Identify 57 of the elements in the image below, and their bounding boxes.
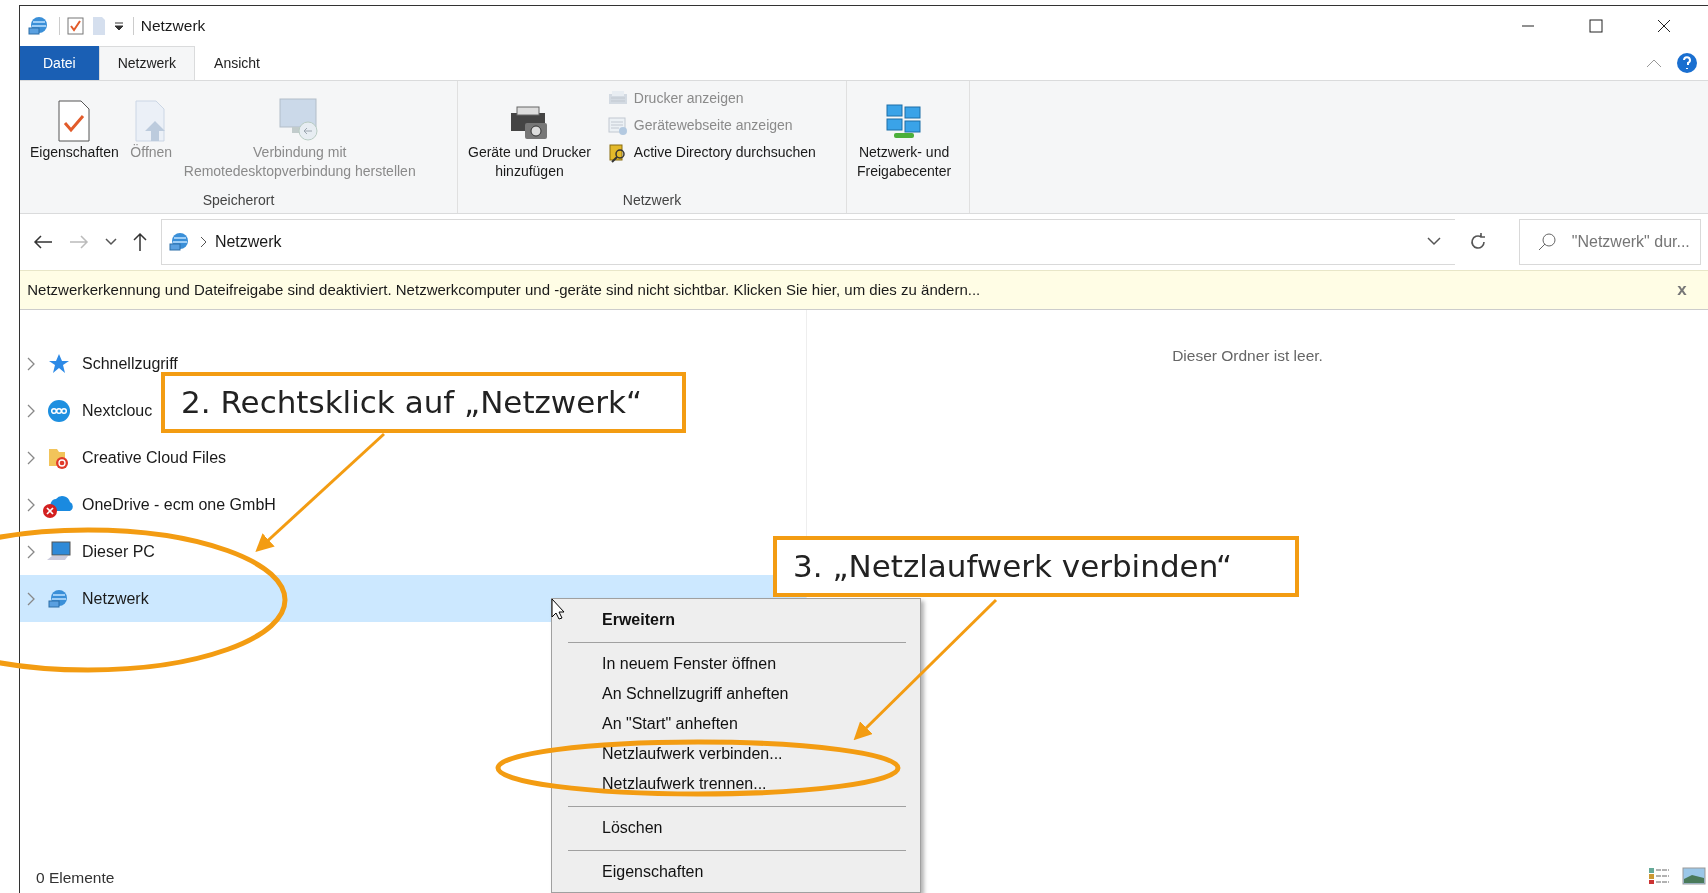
ribbon-group-label: Speicherort	[201, 191, 276, 210]
menu-item[interactable]: Löschen	[552, 813, 920, 843]
close-button[interactable]: x	[1671, 277, 1693, 303]
ribbon-command[interactable]: Active Directory durchsuchen	[605, 139, 818, 166]
chevron-right-icon[interactable]	[26, 356, 36, 371]
dropdown-icon[interactable]	[113, 20, 126, 32]
tree-item[interactable]: Nextclouc	[20, 392, 157, 429]
star-icon	[48, 352, 70, 375]
cursor-icon	[551, 598, 565, 621]
forward-arrow-icon	[68, 234, 89, 250]
details-view-icon[interactable]	[1648, 867, 1670, 885]
book-search-icon	[607, 142, 628, 163]
chevron-right-icon[interactable]	[26, 544, 36, 559]
ribbon-command[interactable]: Netzwerk- und Freigabecenter	[853, 85, 956, 183]
tree-item[interactable]: Creative Cloud Files	[20, 439, 231, 476]
ribbon-command[interactable]: Eigenschaften	[26, 85, 123, 164]
ribbon-tab[interactable]: Netzwerk	[98, 46, 196, 80]
annotation-tooltip: 3. „Netzlaufwerk verbinden“	[773, 536, 1299, 597]
search-field[interactable]: "Netzwerk" dur...	[1518, 219, 1701, 265]
help-icon[interactable]	[1676, 52, 1698, 74]
breadcrumb[interactable]: Netzwerk	[214, 230, 282, 254]
menu-item[interactable]: An "Start" anheften	[552, 709, 920, 739]
menu-item[interactable]: In neuem Fenster öffnen	[552, 649, 920, 679]
window-title: Netzwerk	[139, 16, 206, 37]
back-arrow-icon	[33, 234, 54, 250]
cloud-circle-icon	[47, 398, 71, 423]
chevron-down-icon[interactable]	[1426, 237, 1441, 248]
menu-item[interactable]: Netzlaufwerk trennen...	[552, 769, 920, 799]
chevron-down-icon	[104, 238, 117, 246]
address-bar[interactable]: Netzwerk	[161, 219, 1456, 265]
chevron-right-icon[interactable]	[26, 591, 36, 606]
thumbnail-view-icon[interactable]	[1682, 867, 1706, 885]
ribbon-tab[interactable]: Ansicht	[195, 46, 279, 80]
maximize-icon	[1589, 19, 1603, 33]
checkbox-icon[interactable]	[66, 16, 85, 36]
ribbon-command[interactable]: Geräte und Drucker hinzufügen	[464, 85, 595, 183]
tree-item[interactable]: Netzwerk	[20, 580, 153, 617]
up-arrow-icon	[132, 232, 149, 252]
chevron-right-icon[interactable]	[26, 450, 36, 465]
search-icon	[1536, 232, 1557, 252]
menu-item[interactable]: Eigenschaften	[552, 857, 920, 887]
item-count: 0 Elemente	[36, 869, 115, 886]
chevron-right-icon[interactable]	[26, 497, 36, 512]
properties-icon	[56, 99, 93, 143]
tree-item[interactable]: OneDrive - ecm one GmbH	[20, 486, 280, 523]
tree-item[interactable]: Dieser PC	[20, 533, 159, 570]
chevron-right-icon	[199, 236, 208, 249]
web-page-icon	[607, 116, 628, 135]
menu-item[interactable]: Netzlaufwerk verbinden...	[552, 739, 920, 769]
info-bar-message[interactable]: Netzwerkerkennung und Dateifreigabe sind deaktiviert. Netzwerkcomputer und -geräte sind nicht sichtbar. Klicken Sie hier, um dies zu ändern...	[27, 278, 981, 302]
annotation-tooltip: 2. Rechtsklick auf „Netzwerk“	[161, 372, 686, 433]
collapse-icon[interactable]	[1645, 58, 1662, 68]
file-menu-tab[interactable]: Datei	[20, 46, 99, 80]
menu-item[interactable]: An Schnellzugriff anheften	[552, 679, 920, 709]
chevron-right-icon[interactable]	[26, 403, 36, 418]
close-icon	[1657, 19, 1671, 33]
ribbon-group-label: Netzwerk	[621, 191, 683, 210]
